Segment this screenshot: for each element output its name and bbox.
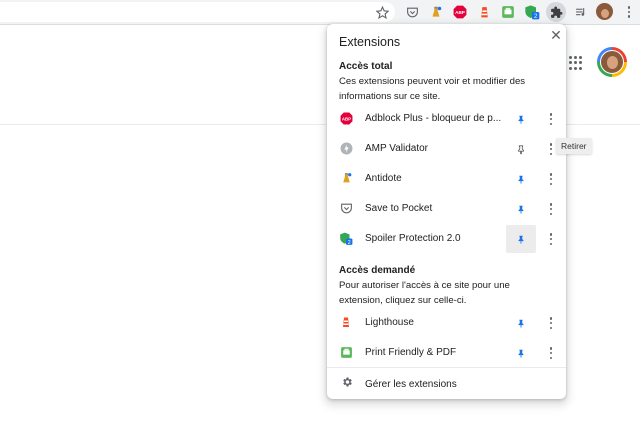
profile-avatar[interactable] bbox=[596, 3, 613, 20]
browser-toolbar: ABP 2 bbox=[0, 0, 640, 25]
pin-icon[interactable] bbox=[506, 165, 536, 193]
more-options-icon[interactable] bbox=[546, 316, 556, 330]
antidote-icon bbox=[339, 171, 353, 185]
more-options-icon[interactable] bbox=[546, 112, 556, 126]
page-divider bbox=[566, 124, 640, 125]
extensions-puzzle-icon[interactable] bbox=[546, 2, 566, 22]
amp-validator-icon bbox=[339, 141, 353, 155]
gear-icon bbox=[341, 376, 353, 391]
bookmark-star-icon[interactable] bbox=[374, 4, 390, 20]
pocket-icon bbox=[339, 201, 353, 215]
page-divider bbox=[0, 124, 326, 125]
pin-icon[interactable] bbox=[506, 195, 536, 223]
browser-menu-icon[interactable] bbox=[621, 4, 637, 20]
extensions-popup: Extensions ✕ Accès total Ces extensions … bbox=[327, 24, 566, 399]
requested-access-heading: Accès demandé bbox=[339, 265, 416, 276]
extension-row-pocket[interactable]: Save to Pocket bbox=[327, 195, 566, 223]
svg-text:ABP: ABP bbox=[341, 116, 350, 121]
adblock-plus-toolbar-icon[interactable]: ABP bbox=[452, 4, 468, 20]
media-queue-icon[interactable] bbox=[573, 4, 589, 20]
account-avatar[interactable] bbox=[597, 47, 627, 77]
print-friendly-toolbar-icon[interactable] bbox=[500, 4, 516, 20]
pin-icon[interactable] bbox=[506, 225, 536, 253]
more-options-icon[interactable] bbox=[546, 172, 556, 186]
apps-grid-icon[interactable] bbox=[569, 56, 583, 70]
extension-row-adblock-plus[interactable]: ABP Adblock Plus - bloqueur de p... bbox=[327, 105, 566, 133]
full-access-heading: Accès total bbox=[339, 61, 393, 72]
extension-name: Antidote bbox=[365, 173, 402, 184]
manage-extensions-button[interactable]: Gérer les extensions bbox=[327, 373, 566, 395]
extension-name: Lighthouse bbox=[365, 317, 414, 328]
more-options-icon[interactable] bbox=[546, 232, 556, 246]
print-friendly-icon bbox=[339, 345, 353, 359]
extension-name: Save to Pocket bbox=[365, 203, 433, 214]
extension-row-print-friendly[interactable]: Print Friendly & PDF bbox=[327, 339, 566, 367]
spoiler-protection-icon: 2 bbox=[339, 231, 353, 245]
close-icon[interactable]: ✕ bbox=[548, 27, 564, 43]
address-bar[interactable] bbox=[0, 2, 395, 22]
extension-name: Adblock Plus - bloqueur de p... bbox=[365, 113, 502, 124]
extension-row-amp-validator[interactable]: AMP Validator bbox=[327, 135, 566, 163]
extension-row-lighthouse[interactable]: Lighthouse bbox=[327, 309, 566, 337]
unpin-tooltip: Retirer bbox=[556, 138, 592, 154]
adblock-plus-icon: ABP bbox=[339, 111, 353, 125]
popup-divider bbox=[327, 367, 566, 368]
extension-name: AMP Validator bbox=[365, 143, 428, 154]
extension-name: Spoiler Protection 2.0 bbox=[365, 233, 461, 244]
pin-outline-icon[interactable] bbox=[506, 135, 536, 163]
extension-row-antidote[interactable]: Antidote bbox=[327, 165, 566, 193]
pin-icon[interactable] bbox=[506, 105, 536, 133]
lighthouse-icon bbox=[339, 315, 353, 329]
full-access-description: Ces extensions peuvent voir et modifier … bbox=[339, 76, 526, 102]
more-options-icon[interactable] bbox=[546, 346, 556, 360]
more-options-icon[interactable] bbox=[546, 142, 556, 156]
svg-text:2: 2 bbox=[348, 239, 351, 245]
popup-title: Extensions bbox=[339, 35, 401, 49]
extension-row-spoiler-protection[interactable]: 2 Spoiler Protection 2.0 bbox=[327, 225, 566, 253]
manage-extensions-label: Gérer les extensions bbox=[365, 379, 457, 390]
extension-name: Print Friendly & PDF bbox=[365, 347, 457, 358]
more-options-icon[interactable] bbox=[546, 202, 556, 216]
pin-icon[interactable] bbox=[506, 309, 536, 337]
svg-text:ABP: ABP bbox=[455, 10, 465, 15]
spoiler-protection-toolbar-icon[interactable]: 2 bbox=[524, 4, 540, 20]
requested-access-description: Pour autoriser l'accès à ce site pour un… bbox=[339, 280, 510, 306]
lighthouse-toolbar-icon[interactable] bbox=[476, 4, 492, 20]
antidote-toolbar-icon[interactable] bbox=[428, 4, 444, 20]
pin-icon[interactable] bbox=[506, 339, 536, 367]
pocket-toolbar-icon[interactable] bbox=[404, 4, 420, 20]
